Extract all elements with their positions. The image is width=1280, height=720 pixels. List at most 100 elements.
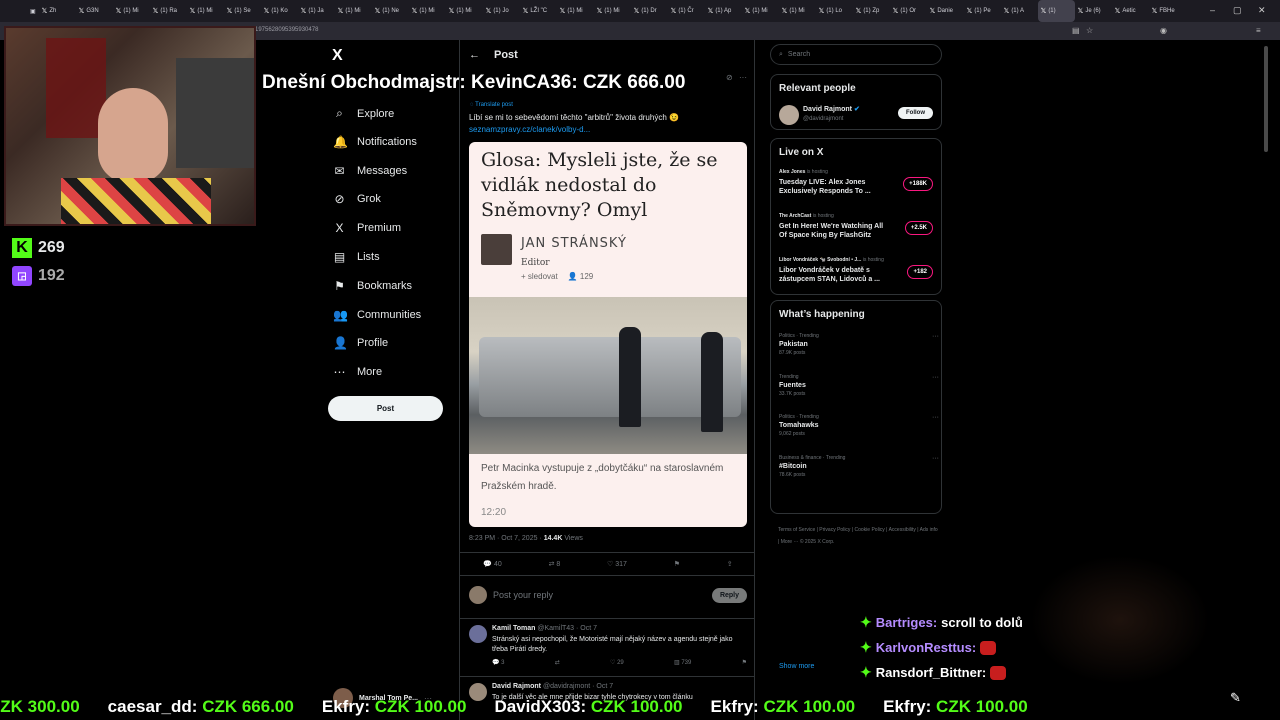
nav-item-bookmarks[interactable]: ⚑ Bookmarks [333, 279, 412, 293]
person-name[interactable]: David Rajmont ✔ [803, 105, 860, 113]
browser-tab[interactable]: 𝕏 G3N [76, 0, 113, 22]
bookmark-icon[interactable]: ⚑ [674, 560, 680, 568]
maximize-icon[interactable]: ▢ [1233, 5, 1242, 16]
browser-tab[interactable]: 𝕏 (1) Dr [631, 0, 668, 22]
trend-item[interactable]: Trending Fuentes 33.7K posts ··· [779, 374, 939, 397]
nav-item-grok[interactable]: ⊘ Grok [333, 192, 380, 206]
tab-favicon-icon: 𝕏 [744, 8, 751, 15]
browser-tab[interactable]: 𝕏 (1) Jo [483, 0, 520, 22]
tab-label: Aetic [1122, 8, 1136, 14]
browser-tab[interactable]: 𝕏 (1) Ap [705, 0, 742, 22]
listener-count[interactable]: +188K [903, 177, 933, 191]
footer-links[interactable]: Terms of Service | Privacy Policy | Cook… [778, 524, 938, 548]
live-item[interactable]: Alex Jones is hosting Tuesday LIVE: Alex … [779, 169, 939, 196]
nav-item-premium[interactable]: X Premium [333, 221, 401, 235]
live-item[interactable]: The ArchCast is hosting Get In Here! We'r… [779, 213, 939, 240]
browser-tab[interactable]: 𝕏 LŽI "C [520, 0, 557, 22]
trend-item[interactable]: Politics · Trending Pakistan 87.9K posts ··… [779, 333, 939, 356]
nav-item-profile[interactable]: 👤 Profile [333, 336, 388, 350]
browser-tab[interactable]: 𝕏 (1) Mi [446, 0, 483, 22]
more-dots-icon[interactable]: ··· [932, 374, 939, 381]
repost-action[interactable]: ⇄ 8 [549, 560, 561, 568]
x-logo-icon[interactable]: X [332, 47, 343, 65]
nav-item-lists[interactable]: ▤ Lists [333, 250, 380, 264]
menu-icon[interactable]: ≡ [1256, 26, 1261, 35]
browser-tab[interactable]: 𝕏 Je (6) [1075, 0, 1112, 22]
card-author-role: Editor [521, 258, 550, 268]
browser-tab[interactable]: 𝕏 FBHe [1149, 0, 1186, 22]
browser-tab[interactable]: 𝕏 (1) Mi [187, 0, 224, 22]
firefox-view-icon[interactable]: ▣ [0, 0, 39, 22]
post-button[interactable]: Post [328, 396, 443, 421]
more-dots-icon[interactable]: ··· [739, 73, 747, 82]
browser-tab[interactable]: 𝕏 (1) Or [890, 0, 927, 22]
share-icon[interactable]: ⇪ [727, 560, 733, 568]
more-dots-icon[interactable]: ··· [932, 455, 939, 462]
nav-item-explore[interactable]: ⌕ Explore [333, 106, 394, 121]
link-card[interactable]: Glosa: Mysleli jste, že se vidlák nedost… [469, 142, 747, 527]
browser-tab[interactable]: 𝕏 (1) Mi [113, 0, 150, 22]
more-dots-icon[interactable]: ··· [932, 333, 939, 340]
listener-count[interactable]: +2.5K [904, 221, 933, 235]
follow-button[interactable]: Follow [898, 107, 933, 119]
close-icon[interactable]: ✕ [1258, 5, 1266, 16]
reply-action[interactable]: 💬 3 [492, 659, 504, 666]
reply-action[interactable]: 💬 40 [483, 560, 501, 568]
url-text[interactable]: 1975628095395930478 [255, 27, 318, 33]
browser-tab[interactable]: 𝕏 (1) Mi [594, 0, 631, 22]
scrollbar[interactable] [1264, 46, 1268, 152]
grok-explain-icon[interactable]: ⊘ [726, 73, 733, 82]
minimize-icon[interactable]: – [1210, 5, 1215, 15]
edit-icon[interactable]: ✎ [1230, 690, 1248, 708]
reader-icon[interactable]: ▤ [1072, 26, 1080, 35]
browser-tab[interactable]: 𝕏 Zh [39, 0, 76, 22]
repost-icon[interactable]: ⇄ [555, 659, 560, 666]
host-status: is hosting [805, 169, 828, 175]
browser-tab[interactable]: 𝕏 (1) Mi [409, 0, 446, 22]
browser-tab[interactable]: 𝕏 (1) Ra [150, 0, 187, 22]
follow-link[interactable]: + sledovat [521, 272, 558, 281]
nav-item-communities[interactable]: 👥 Communities [333, 308, 421, 322]
reply-button[interactable]: Reply [711, 587, 747, 603]
account-icon[interactable]: ◉ [1160, 26, 1167, 35]
browser-tab[interactable]: 𝕏 (1) Mi [742, 0, 779, 22]
browser-tab[interactable]: 𝕏 (1) Čr [668, 0, 705, 22]
bookmark-star-icon[interactable]: ☆ [1086, 26, 1093, 35]
browser-tab[interactable]: 𝕏 (1) Ne [372, 0, 409, 22]
translate-link[interactable]: ◌ Translate post [470, 102, 513, 108]
trend-item[interactable]: Business & finance · Trending #Bitcoin 78.… [779, 455, 939, 478]
show-more-link[interactable]: Show more [779, 663, 814, 670]
browser-tab[interactable]: 𝕏 (1) Zp [853, 0, 890, 22]
search-input[interactable]: ⌕ Search [770, 44, 942, 65]
live-item[interactable]: Libor Vondráček 🐄 Svobodní • J... is hos… [779, 257, 939, 284]
browser-tab[interactable]: 𝕏 (1) Mi [779, 0, 816, 22]
back-arrow-icon[interactable]: ← [469, 49, 480, 61]
browser-tab[interactable]: 𝕏 (1) [1037, 0, 1075, 22]
listener-count[interactable]: +182 [907, 265, 933, 279]
nav-item-messages[interactable]: ✉ Messages [333, 164, 407, 178]
browser-tab[interactable]: 𝕏 (1) Ko [261, 0, 298, 22]
browser-tab[interactable]: 𝕏 Aetic [1112, 0, 1149, 22]
tweet-link[interactable]: seznamzpravy.cz/clanek/volby-d... [469, 125, 590, 134]
browser-tab[interactable]: 𝕏 (1) Mi [335, 0, 372, 22]
more-dots-icon[interactable]: ··· [932, 414, 939, 421]
browser-tab[interactable]: 𝕏 (1) Mi [557, 0, 594, 22]
reply-item[interactable]: Kamil Toman @KamilT43 · Oct 7 Stránský a… [460, 618, 754, 675]
nav-item-more[interactable]: ⋯ More [333, 365, 383, 379]
bookmark-icon[interactable]: ⚑ [742, 659, 747, 666]
nav-item-notifications[interactable]: 🔔 Notifications [333, 135, 417, 149]
reply-input[interactable]: Post your reply [493, 590, 706, 600]
browser-tab[interactable]: 𝕏 (1) Lo [816, 0, 853, 22]
trend-item[interactable]: Politics · Trending Tomahawks 9,062 posts ·… [779, 414, 939, 437]
browser-tab[interactable]: 𝕏 (1) Se [224, 0, 261, 22]
like-action[interactable]: ♡ 29 [610, 659, 624, 666]
views-action[interactable]: ▥ 739 [674, 659, 691, 666]
like-action[interactable]: ♡ 317 [607, 560, 627, 568]
browser-tab[interactable]: 𝕏 (1) Ja [298, 0, 335, 22]
browser-tab[interactable]: 𝕏 (1) Pe [964, 0, 1001, 22]
browser-tab[interactable]: 𝕏 (1) A [1001, 0, 1038, 22]
search-icon: ⌕ [779, 50, 783, 58]
browser-tab[interactable]: 𝕏 Danie [927, 0, 964, 22]
avatar[interactable] [779, 105, 799, 125]
kick-count: 269 [38, 239, 65, 256]
